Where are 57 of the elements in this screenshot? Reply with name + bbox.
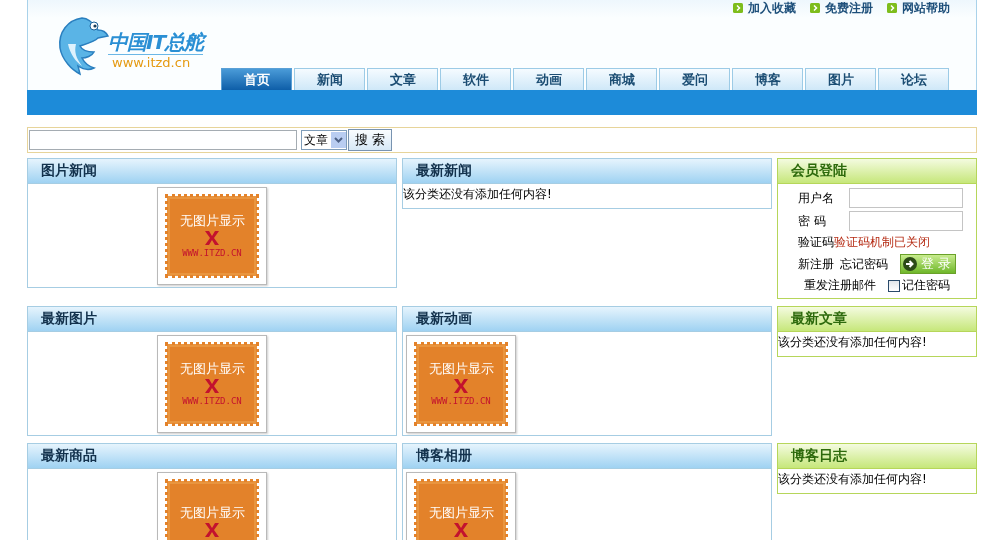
- image-caption: 无图片显示: [179, 504, 245, 521]
- logo-url: www.itzd.cn: [111, 55, 192, 71]
- panel-title: 最新动画: [403, 307, 771, 332]
- cross-icon: [452, 521, 470, 538]
- image-caption: 无图片显示: [179, 213, 245, 229]
- resend-email-link[interactable]: 重发注册邮件: [804, 277, 876, 294]
- image-url: WWW.ITZD.CN: [182, 395, 242, 407]
- empty-message: 该分类还没有添加任何内容!: [778, 471, 928, 488]
- top-link[interactable]: 加入收藏: [733, 0, 796, 16]
- cross-icon: [452, 378, 470, 394]
- field-label: 密 码: [798, 212, 827, 230]
- image-caption: 无图片显示: [428, 504, 494, 521]
- arrow-icon: [887, 3, 897, 13]
- nav-tab[interactable]: 商城: [586, 68, 657, 90]
- arrow-icon: [903, 257, 917, 271]
- field-label: 验证码: [798, 234, 834, 251]
- panel-title: 图片新闻: [28, 159, 396, 184]
- image-url: WWW.ITZD.CN: [182, 247, 242, 259]
- image-caption: 无图片显示: [179, 361, 245, 377]
- panel-title: 最新图片: [28, 307, 396, 332]
- search-field[interactable]: [29, 130, 297, 150]
- nav-tab[interactable]: 图片: [805, 68, 876, 90]
- image-caption: 无图片显示: [428, 361, 494, 377]
- panel-title: 博客日志: [778, 444, 976, 469]
- nav-tab[interactable]: 新闻: [294, 68, 365, 90]
- forgot-password-link[interactable]: 忘记密码: [840, 255, 888, 273]
- top-link[interactable]: 免费注册: [810, 0, 873, 16]
- cross-icon: [203, 378, 221, 394]
- register-link[interactable]: 新注册: [798, 255, 834, 273]
- password-field[interactable]: [849, 211, 963, 231]
- nav-tab[interactable]: 爱问: [659, 68, 730, 90]
- panel-title: 博客相册: [403, 444, 771, 469]
- search-button[interactable]: 搜 索: [348, 129, 393, 151]
- remember-checkbox[interactable]: 记住密码: [888, 277, 950, 294]
- cross-icon: [203, 521, 221, 538]
- arrow-icon: [810, 3, 820, 13]
- empty-message: 该分类还没有添加任何内容!: [778, 334, 928, 351]
- category-dropdown[interactable]: 文章: [301, 130, 347, 150]
- nav-tab[interactable]: 动画: [513, 68, 584, 90]
- panel-title: 最新文章: [778, 307, 976, 332]
- nav-tab[interactable]: 软件: [440, 68, 511, 90]
- panel-title: 最新新闻: [403, 159, 771, 184]
- username-field[interactable]: [849, 188, 963, 208]
- nav-tab[interactable]: 文章: [367, 68, 438, 90]
- nav-tab[interactable]: 博客: [732, 68, 803, 90]
- nav-tab[interactable]: 首页: [221, 68, 292, 90]
- nav-tab[interactable]: 论坛: [878, 68, 949, 90]
- cross-icon: [203, 230, 221, 246]
- captcha-status: 验证码机制已关闭: [834, 234, 930, 251]
- panel-title: 会员登陆: [778, 159, 976, 184]
- image-url: WWW.ITZD.CN: [431, 395, 491, 407]
- top-link[interactable]: 网站帮助: [887, 0, 950, 16]
- empty-message: 该分类还没有添加任何内容!: [403, 186, 553, 203]
- arrow-icon: [733, 3, 743, 13]
- panel-title: 最新商品: [28, 444, 396, 469]
- field-label: 用户名: [798, 189, 835, 207]
- dropdown-icon: [331, 132, 346, 148]
